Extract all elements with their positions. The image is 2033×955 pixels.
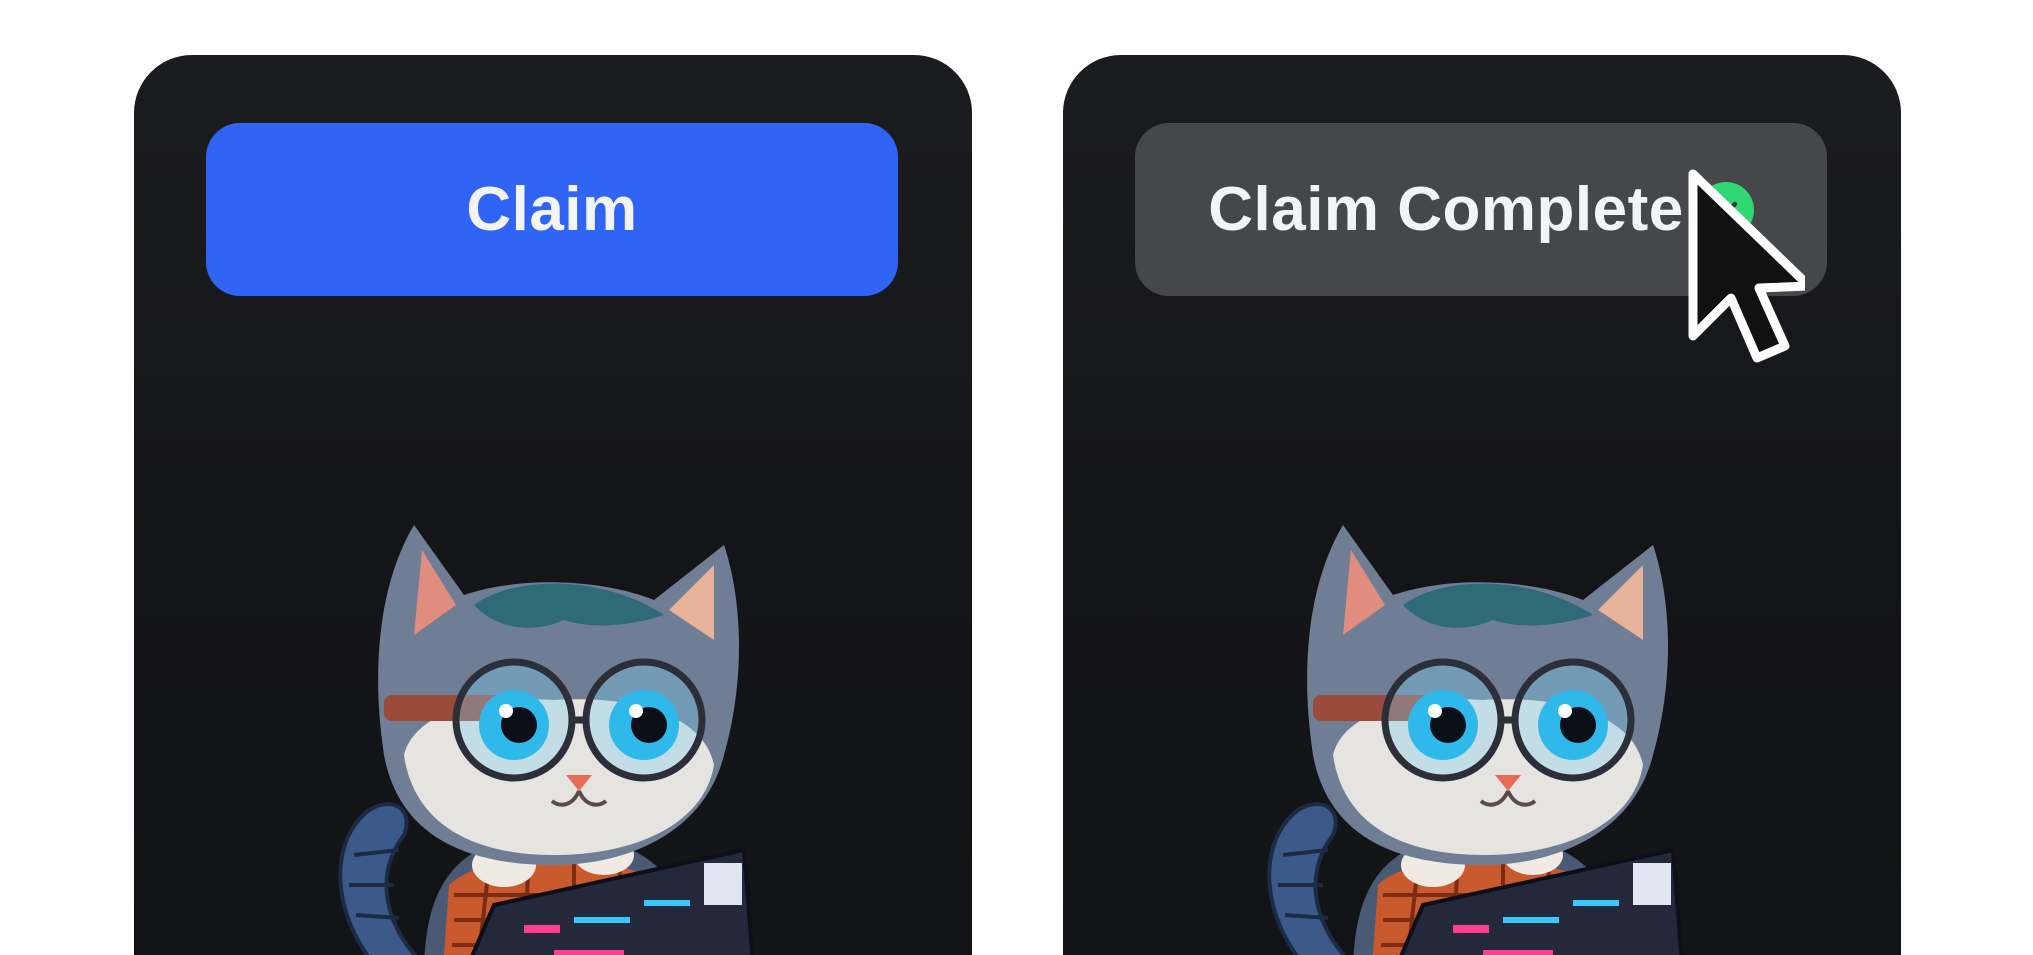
cat-illustration	[1267, 525, 1684, 955]
claim-button[interactable]: Claim	[206, 123, 898, 296]
cat-illustration	[338, 525, 755, 955]
claim-button-label: Claim	[466, 175, 638, 244]
pointer-arrow-icon	[1688, 169, 1805, 363]
nft-card-unclaimed: Claim	[134, 55, 972, 955]
claim-complete-label: Claim Complete	[1208, 175, 1684, 244]
